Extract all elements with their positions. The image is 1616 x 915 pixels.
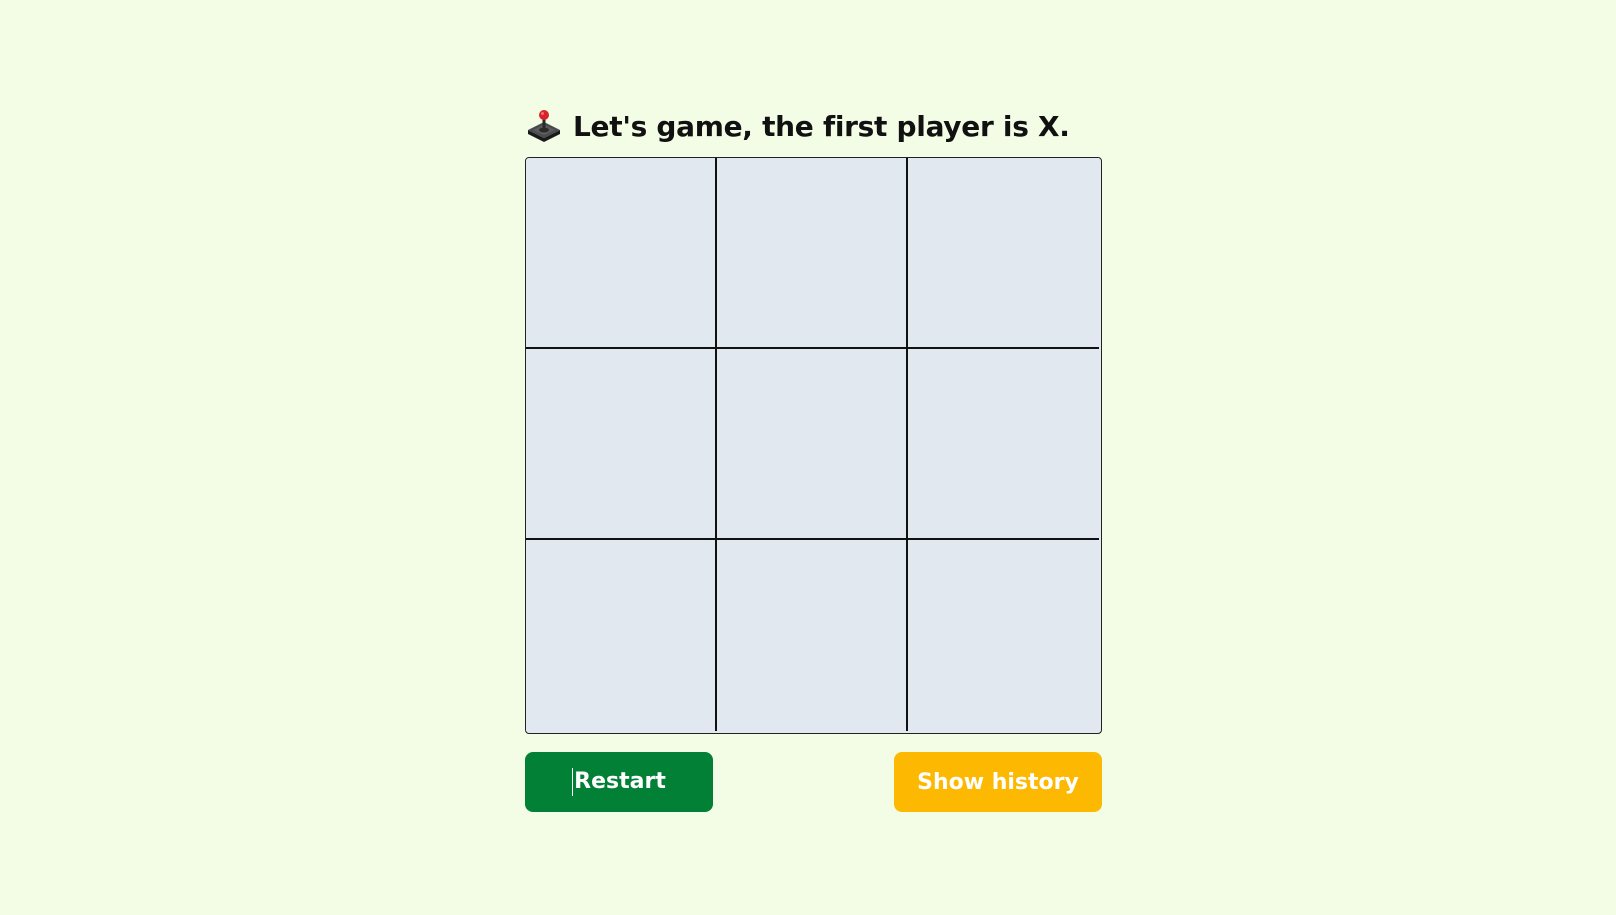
board-cell[interactable] [717, 540, 908, 731]
board-cell[interactable] [717, 349, 908, 540]
restart-label: Restart [574, 769, 666, 794]
game-controls: Restart Show history [525, 752, 1102, 812]
board-cell[interactable] [526, 540, 717, 731]
board-cell[interactable] [717, 158, 908, 349]
show-history-button[interactable]: Show history [894, 752, 1102, 812]
status-text: Let's game, the first player is X. [573, 109, 1070, 143]
joystick-icon [528, 110, 560, 142]
board-cell[interactable] [526, 158, 717, 349]
game-status: Let's game, the first player is X. [525, 105, 1102, 147]
board-cell[interactable] [526, 349, 717, 540]
board-cell[interactable] [908, 540, 1099, 731]
game-board [525, 157, 1102, 734]
game-container: Let's game, the first player is X. Resta… [525, 105, 1102, 812]
restart-button[interactable]: Restart [525, 752, 713, 812]
text-caret [572, 768, 574, 796]
board-cell[interactable] [908, 349, 1099, 540]
show-history-label: Show history [917, 769, 1079, 795]
board-cell[interactable] [908, 158, 1099, 349]
